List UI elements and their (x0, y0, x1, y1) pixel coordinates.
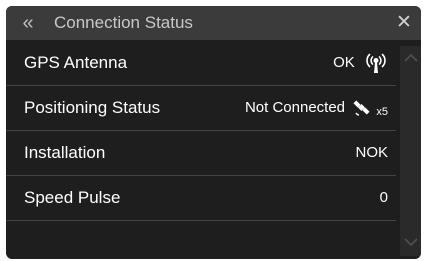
row-value: Not Connected x5 (245, 86, 388, 130)
chevron-up-icon (403, 53, 418, 62)
gps-antenna-status: OK (333, 54, 355, 72)
installation-status: NOK (355, 144, 388, 161)
row-label: GPS Antenna (24, 53, 128, 72)
row-value: OK (333, 41, 388, 85)
page-title: Connection Status (54, 13, 193, 32)
antenna-signal-icon (366, 53, 386, 74)
list-item-speed-pulse: Speed Pulse 0 (6, 176, 396, 221)
back-button[interactable]: « (16, 10, 40, 36)
row-label: Positioning Status (24, 98, 161, 117)
speed-pulse-value: 0 (379, 189, 388, 206)
header-bar: « Connection Status ✕ (6, 6, 421, 40)
satellite-icon (353, 100, 370, 116)
scroll-up-button[interactable] (400, 48, 421, 70)
list-item-installation: Installation NOK (6, 131, 396, 176)
list-item-gps-antenna: GPS Antenna OK (6, 41, 396, 86)
scrollbar[interactable] (400, 46, 421, 256)
positioning-status-text: Not Connected (244, 99, 346, 117)
row-label: Speed Pulse (24, 188, 121, 207)
chevron-down-icon (403, 238, 418, 247)
close-button[interactable]: ✕ (393, 10, 415, 36)
scroll-down-button[interactable] (400, 232, 421, 254)
list-item-positioning-status: Positioning Status Not Connected x5 (6, 86, 396, 131)
satellite-count: x5 (376, 106, 388, 119)
connection-status-screen: « Connection Status ✕ GPS Antenna OK Pos… (6, 6, 421, 259)
row-label: Installation (24, 143, 106, 162)
